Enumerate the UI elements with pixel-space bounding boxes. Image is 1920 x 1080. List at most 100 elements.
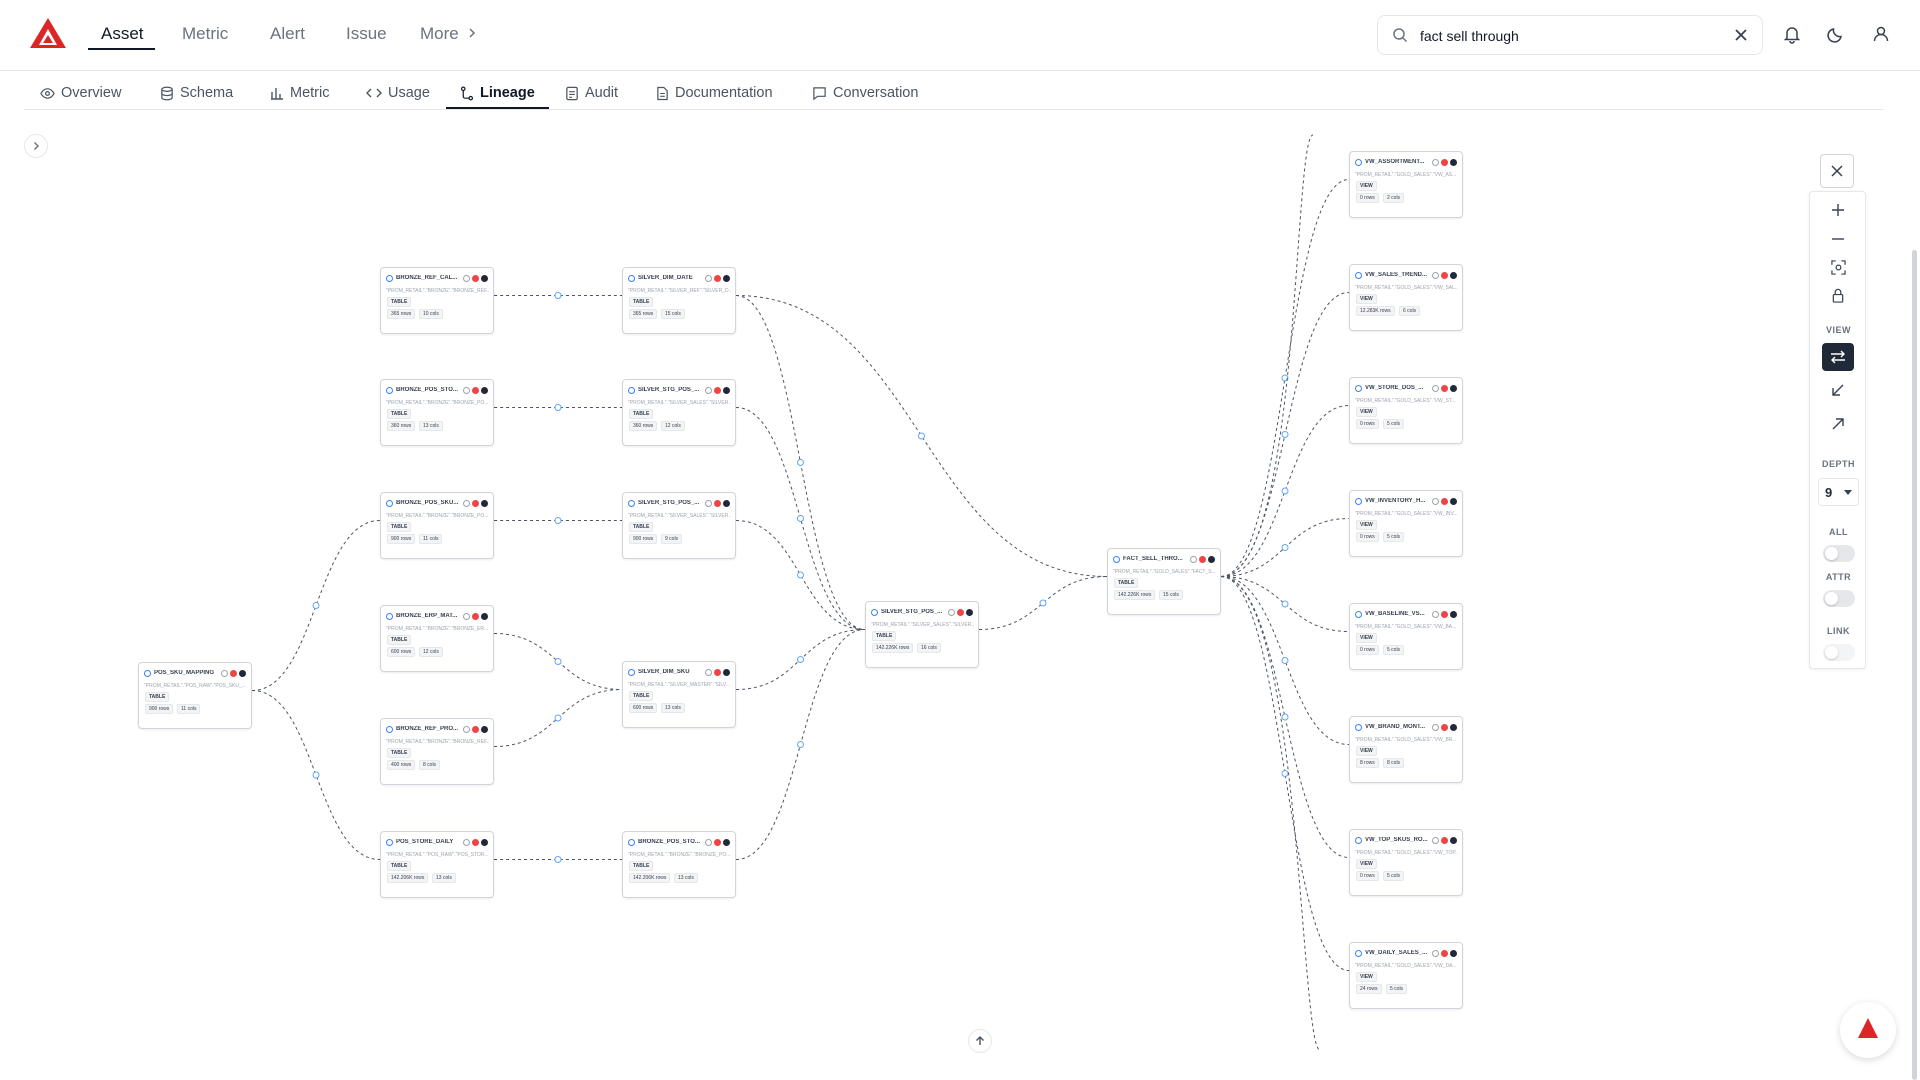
toggle-icon[interactable] [463, 386, 470, 394]
lineage-node-view[interactable]: VW_STORE_DOS_... "PROM_RETAIL"."GOLD_SAL… [1349, 377, 1463, 444]
edge-midpoint-dot[interactable] [554, 856, 562, 863]
info-icon[interactable] [481, 725, 488, 733]
alert-icon[interactable] [1441, 158, 1448, 166]
lineage-node-view[interactable]: VW_INVENTORY_H... "PROM_RETAIL"."GOLD_SA… [1349, 490, 1463, 557]
toggle-icon[interactable] [1190, 555, 1197, 563]
link-toggle[interactable] [1823, 644, 1855, 661]
alert-icon[interactable] [472, 386, 479, 394]
toggle-icon[interactable] [1432, 158, 1439, 166]
info-icon[interactable] [1450, 158, 1457, 166]
alert-icon[interactable] [1441, 271, 1448, 279]
toggle-icon[interactable] [463, 499, 470, 507]
depth-select[interactable]: 9 [1818, 478, 1859, 506]
tab-documentation[interactable]: Documentation [656, 77, 773, 109]
lineage-canvas[interactable]: POS_SKU_MAPPING "PROM_RETAIL"."POS_RAW".… [0, 111, 1920, 1080]
lineage-node-table[interactable]: SILVER_STG_POS_... "PROM_RETAIL"."SILVER… [865, 601, 979, 668]
canvas-scrollbar[interactable] [1912, 250, 1917, 1080]
expand-sidebar-button[interactable] [24, 134, 48, 158]
lock-button[interactable] [1822, 282, 1854, 308]
attr-toggle[interactable] [1823, 590, 1855, 607]
toggle-icon[interactable] [221, 669, 228, 677]
alert-icon[interactable] [1441, 949, 1448, 957]
alert-icon[interactable] [472, 612, 479, 620]
view-upstream-button[interactable] [1822, 377, 1854, 403]
alert-icon[interactable] [1441, 384, 1448, 392]
search-input[interactable]: fact sell through [1420, 28, 1519, 44]
alert-icon[interactable] [714, 838, 721, 846]
lineage-node-table[interactable]: SILVER_DIM_DATE "PROM_RETAIL"."SILVER_RE… [622, 267, 736, 334]
alert-icon[interactable] [1441, 610, 1448, 618]
toggle-icon[interactable] [705, 668, 712, 676]
edge-midpoint-dot[interactable] [554, 714, 562, 722]
alert-icon[interactable] [714, 274, 721, 282]
edge-midpoint-dot[interactable] [1281, 713, 1289, 721]
close-icon[interactable] [1732, 26, 1750, 44]
edge-midpoint-dot[interactable] [797, 741, 804, 748]
toggle-icon[interactable] [705, 274, 712, 282]
edge-midpoint-dot[interactable] [1281, 487, 1289, 495]
scroll-up-button[interactable] [968, 1029, 992, 1053]
info-icon[interactable] [723, 499, 730, 507]
info-icon[interactable] [723, 386, 730, 394]
toggle-icon[interactable] [1432, 836, 1439, 844]
alert-icon[interactable] [714, 386, 721, 394]
lineage-node-table[interactable]: POS_SKU_MAPPING "PROM_RETAIL"."POS_RAW".… [138, 662, 252, 729]
toggle-icon[interactable] [948, 608, 955, 616]
alert-icon[interactable] [1199, 555, 1206, 563]
edge-midpoint-dot[interactable] [918, 432, 925, 440]
edge-midpoint-dot[interactable] [1039, 599, 1047, 607]
toggle-icon[interactable] [463, 725, 470, 733]
info-icon[interactable] [1450, 271, 1457, 279]
lineage-node-table[interactable]: BRONZE_REF_PRO... "PROM_RETAIL"."BRONZE"… [380, 718, 494, 785]
tab-audit[interactable]: Audit [565, 77, 618, 109]
toggle-icon[interactable] [463, 612, 470, 620]
info-icon[interactable] [723, 668, 730, 676]
info-icon[interactable] [1450, 610, 1457, 618]
edge-midpoint-dot[interactable] [1281, 657, 1289, 664]
lineage-node-view[interactable]: VW_BASELINE_VS... "PROM_RETAIL"."GOLD_SA… [1349, 603, 1463, 670]
assistant-fab[interactable] [1840, 1002, 1896, 1058]
zoom-in-button[interactable] [1822, 197, 1854, 223]
info-icon[interactable] [481, 838, 488, 846]
view-bidirectional-button[interactable] [1822, 343, 1854, 371]
toggle-icon[interactable] [463, 838, 470, 846]
edge-midpoint-dot[interactable] [1281, 544, 1289, 551]
search-box[interactable]: fact sell through [1377, 15, 1763, 55]
alert-icon[interactable] [714, 668, 721, 676]
info-icon[interactable] [723, 838, 730, 846]
tab-metric[interactable]: Metric [270, 77, 329, 109]
lineage-node-table[interactable]: BRONZE_POS_STO... "PROM_RETAIL"."BRONZE"… [380, 379, 494, 446]
info-icon[interactable] [1450, 723, 1457, 731]
toggle-icon[interactable] [705, 386, 712, 394]
alert-icon[interactable] [472, 274, 479, 282]
info-icon[interactable] [481, 274, 488, 282]
edge-midpoint-dot[interactable] [797, 515, 804, 522]
lineage-node-table[interactable]: POS_STORE_DAILY "PROM_RETAIL"."POS_RAW".… [380, 831, 494, 898]
nav-tab-more[interactable]: More [420, 24, 477, 44]
nav-tab-alert[interactable]: Alert [270, 24, 305, 44]
tab-usage[interactable]: Usage [366, 77, 430, 109]
edge-midpoint-dot[interactable] [1281, 431, 1289, 438]
lineage-node-table[interactable]: SILVER_DIM_SKU "PROM_RETAIL"."SILVER_MAS… [622, 661, 736, 728]
toggle-icon[interactable] [1432, 271, 1439, 279]
info-icon[interactable] [481, 499, 488, 507]
lineage-node-table[interactable]: BRONZE_REF_CAL... "PROM_RETAIL"."BRONZE"… [380, 267, 494, 334]
alert-icon[interactable] [472, 499, 479, 507]
alert-icon[interactable] [472, 838, 479, 846]
zoom-out-button[interactable] [1822, 226, 1854, 252]
lineage-node-view[interactable]: VW_BRAND_MONT... "PROM_RETAIL"."GOLD_SAL… [1349, 716, 1463, 783]
info-icon[interactable] [481, 386, 488, 394]
tab-schema[interactable]: Schema [160, 77, 233, 109]
lineage-node-table[interactable]: SILVER_STG_POS_... "PROM_RETAIL"."SILVER… [622, 492, 736, 559]
lineage-node-view[interactable]: VW_ASSORTMENT... "PROM_RETAIL"."GOLD_SAL… [1349, 151, 1463, 218]
alert-icon[interactable] [714, 499, 721, 507]
view-downstream-button[interactable] [1822, 411, 1854, 437]
lineage-node-table[interactable]: BRONZE_POS_SKU... "PROM_RETAIL"."BRONZE"… [380, 492, 494, 559]
nav-tab-issue[interactable]: Issue [346, 24, 387, 44]
toggle-icon[interactable] [1432, 384, 1439, 392]
edge-midpoint-dot[interactable] [554, 292, 562, 299]
edge-midpoint-dot[interactable] [554, 517, 562, 524]
edge-midpoint-dot[interactable] [1281, 600, 1289, 608]
edge-midpoint-dot[interactable] [797, 459, 804, 466]
edge-midpoint-dot[interactable] [797, 656, 804, 663]
